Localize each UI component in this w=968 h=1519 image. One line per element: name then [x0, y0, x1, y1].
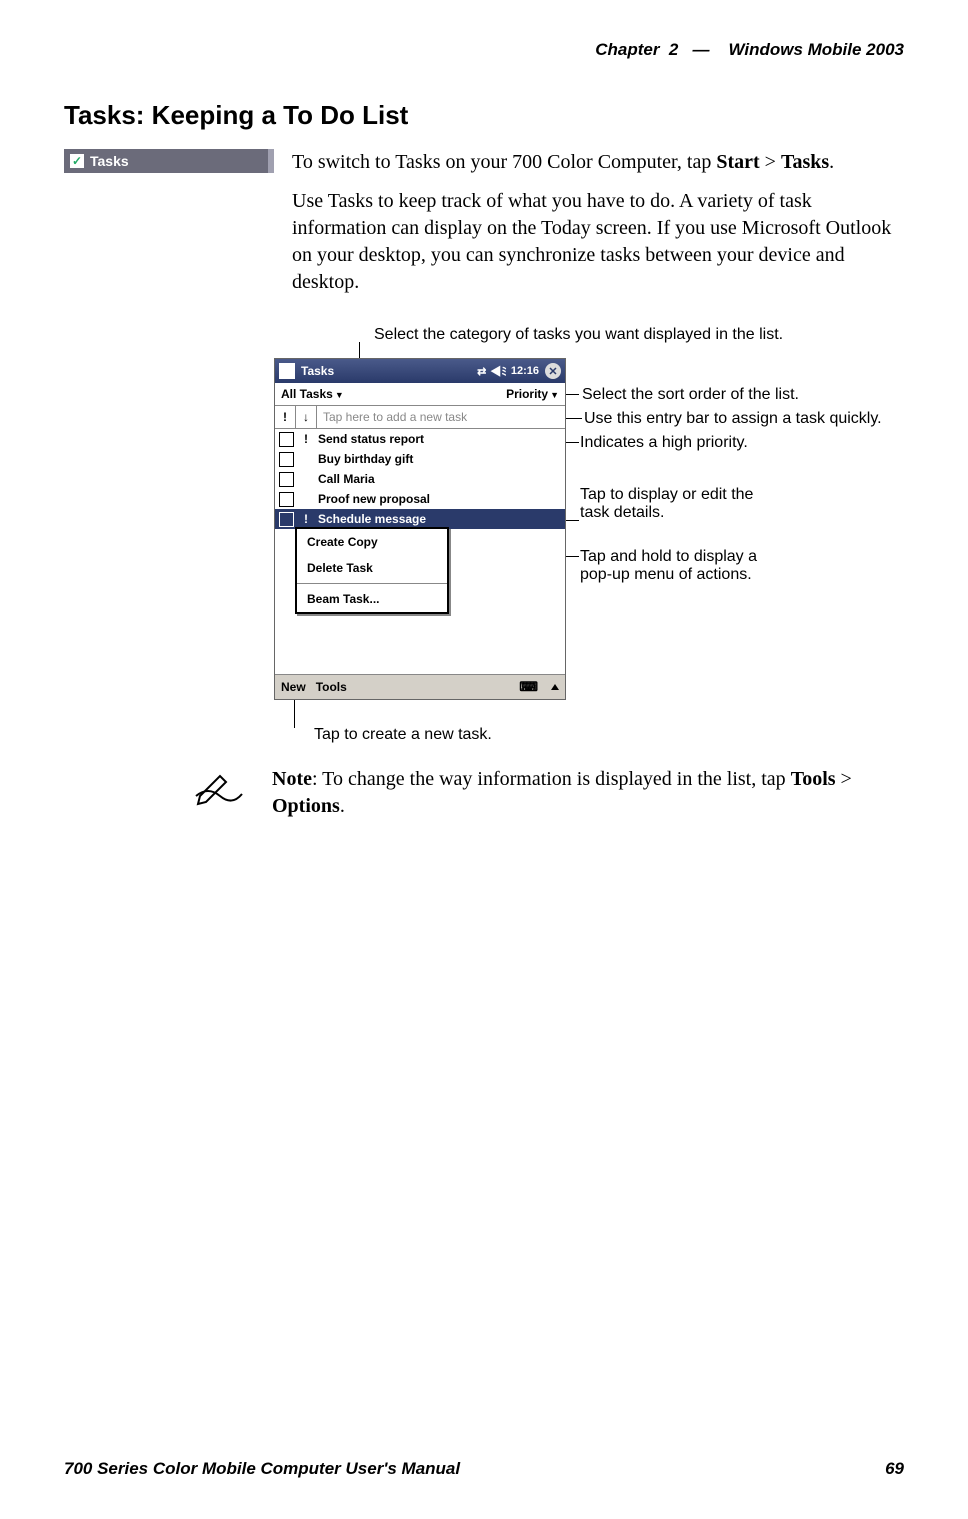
task-text: Call Maria [318, 472, 375, 486]
annot-category: Select the category of tasks you want di… [374, 326, 783, 344]
input-panel-up-icon[interactable] [551, 684, 559, 690]
task-row[interactable]: ! Send status report [275, 429, 565, 449]
sort-column-icon: ↓ [296, 406, 317, 428]
note-pencil-icon [194, 766, 254, 820]
speaker-icon: ◀ﾐ [490, 363, 507, 379]
menu-create-copy[interactable]: Create Copy [297, 529, 447, 555]
checkbox-icon[interactable] [279, 452, 294, 467]
tasks-badge: ✓ Tasks [64, 149, 274, 173]
new-task-input[interactable]: Tap here to add a new task [317, 410, 565, 424]
app-title: Tasks [301, 364, 334, 378]
tools-menu[interactable]: Tools [316, 680, 347, 694]
tasks-badge-label: Tasks [90, 153, 129, 169]
menu-divider [297, 583, 447, 584]
tasks-screenshot: Tasks ⇄ ◀ﾐ 12:16 ✕ All Tasks▼ Priority▼ … [274, 358, 566, 700]
intro-paragraph-1: To switch to Tasks on your 700 Color Com… [292, 149, 904, 176]
keyboard-icon[interactable]: ⌨ [519, 679, 538, 695]
note-text: Note: To change the way information is d… [272, 766, 904, 820]
status-icons: ⇄ ◀ﾐ 12:16 [477, 363, 539, 379]
page-footer: 700 Series Color Mobile Computer User's … [64, 1459, 904, 1479]
close-button[interactable]: ✕ [545, 363, 561, 379]
annot-sort: Select the sort order of the list. [582, 386, 799, 404]
category-filter[interactable]: All Tasks▼ [281, 387, 344, 401]
title-bar: Tasks ⇄ ◀ﾐ 12:16 ✕ [275, 359, 565, 383]
task-row[interactable]: Proof new proposal [275, 489, 565, 509]
chapter-number: 2 [669, 40, 678, 59]
chevron-down-icon: ▼ [550, 390, 559, 400]
task-text: Proof new proposal [318, 492, 430, 506]
annot-line [294, 698, 295, 728]
task-row[interactable]: Buy birthday gift [275, 449, 565, 469]
task-text: Buy birthday gift [318, 452, 413, 466]
chapter-label: Chapter [595, 40, 659, 59]
annot-priority: Indicates a high priority. [580, 434, 748, 452]
figure-area: Select the category of tasks you want di… [274, 326, 904, 746]
header-sep: — [693, 40, 710, 59]
sort-filter[interactable]: Priority▼ [506, 387, 559, 401]
checkbox-icon[interactable] [279, 512, 294, 527]
annot-entry: Use this entry bar to assign a task quic… [584, 410, 882, 428]
annot-new: Tap to create a new task. [314, 726, 492, 744]
menu-delete-task[interactable]: Delete Task [297, 555, 447, 581]
clock-time: 12:16 [511, 365, 539, 377]
task-text: Schedule message [318, 512, 426, 526]
entry-bar[interactable]: ! ↓ Tap here to add a new task [275, 405, 565, 429]
connectivity-icon: ⇄ [477, 365, 486, 378]
context-menu: Create Copy Delete Task Beam Task... [295, 527, 449, 614]
intro-paragraph-2: Use Tasks to keep track of what you have… [292, 188, 904, 296]
task-text: Send status report [318, 432, 424, 446]
checkbox-icon[interactable] [279, 472, 294, 487]
header-product: Windows Mobile 2003 [728, 40, 904, 59]
section-heading: Tasks: Keeping a To Do List [64, 100, 904, 131]
footer-page-number: 69 [885, 1459, 904, 1479]
task-row[interactable]: Call Maria [275, 469, 565, 489]
tasks-check-icon: ✓ [70, 154, 84, 168]
chevron-down-icon: ▼ [335, 390, 344, 400]
footer-manual-title: 700 Series Color Mobile Computer User's … [64, 1459, 460, 1479]
start-flag-icon[interactable] [279, 363, 295, 379]
command-bar: New Tools ⌨ [275, 674, 565, 699]
priority-column-icon: ! [275, 406, 296, 428]
note-block: Note: To change the way information is d… [194, 766, 904, 820]
priority-indicator: ! [300, 512, 312, 526]
menu-beam-task[interactable]: Beam Task... [297, 586, 447, 612]
checkbox-icon[interactable] [279, 492, 294, 507]
new-menu[interactable]: New [281, 680, 306, 694]
priority-indicator: ! [300, 432, 312, 446]
task-row[interactable]: ! Schedule message [275, 509, 565, 529]
page-header: Chapter 2 — Windows Mobile 2003 [64, 40, 904, 60]
checkbox-icon[interactable] [279, 432, 294, 447]
annot-tap-edit: Tap to display or edit the task details. [580, 486, 753, 522]
annot-tap-hold: Tap and hold to display a pop-up menu of… [580, 548, 757, 584]
